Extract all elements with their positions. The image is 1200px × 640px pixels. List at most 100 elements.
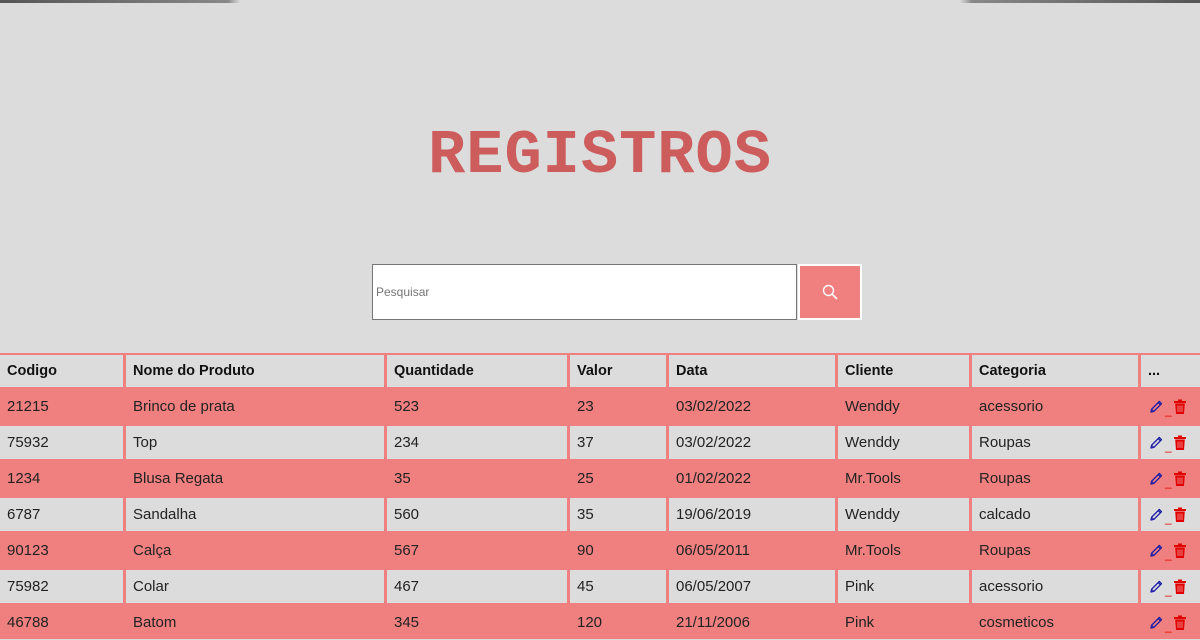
cell-codigo: 46788 (0, 603, 126, 639)
cell-categoria: acessorio (972, 567, 1141, 603)
cell-categoria: acessorio (972, 387, 1141, 423)
cell-nome-produto: Batom (126, 603, 387, 639)
cell-quantidade: 467 (387, 567, 570, 603)
cell-quantidade: 567 (387, 531, 570, 567)
cell-nome-produto: Brinco de prata (126, 387, 387, 423)
cell-quantidade: 560 (387, 495, 570, 531)
cell-categoria: Roupas (972, 423, 1141, 459)
action-separator: _ (1165, 402, 1172, 417)
cell-valor: 120 (570, 603, 669, 639)
cell-codigo: 90123 (0, 531, 126, 567)
table-row: 6787 Sandalha 560 35 19/06/2019 Wenddy calcado… (0, 495, 1200, 531)
cell-nome-produto: Top (126, 423, 387, 459)
column-header-codigo[interactable]: Codigo (0, 355, 126, 387)
edit-icon[interactable] (1148, 579, 1164, 595)
cell-cliente: Wenddy (838, 495, 972, 531)
table-row: 90123 Calça 567 90 06/05/2011 Mr.Tools Roupas _ (0, 531, 1200, 567)
cell-valor: 90 (570, 531, 669, 567)
delete-icon[interactable] (1173, 399, 1187, 415)
cell-data: 19/06/2019 (669, 495, 838, 531)
cell-quantidade: 523 (387, 387, 570, 423)
cell-data: 03/02/2022 (669, 423, 838, 459)
table-body: 21215 Brinco de prata 523 23 03/02/2022 Wendd… (0, 387, 1200, 639)
cell-quantidade: 35 (387, 459, 570, 495)
column-header-categoria[interactable]: Categoria (972, 355, 1141, 387)
cell-quantidade: 345 (387, 603, 570, 639)
action-separator: _ (1165, 510, 1172, 525)
page-title: REGISTROS (428, 120, 772, 191)
cell-codigo: 21215 (0, 387, 126, 423)
cell-quantidade: 234 (387, 423, 570, 459)
cell-data: 01/02/2022 (669, 459, 838, 495)
delete-icon[interactable] (1173, 579, 1187, 595)
cell-actions: _ (1141, 567, 1200, 603)
window-top-edge (0, 0, 1200, 3)
delete-icon[interactable] (1173, 615, 1187, 631)
search-input[interactable] (372, 264, 797, 320)
column-header-cliente[interactable]: Cliente (838, 355, 972, 387)
records-table: Codigo Nome do Produto Quantidade Valor … (0, 353, 1200, 639)
column-header-actions: ... (1141, 355, 1200, 387)
cell-actions: _ (1141, 603, 1200, 639)
cell-nome-produto: Colar (126, 567, 387, 603)
cell-categoria: Roupas (972, 459, 1141, 495)
cell-cliente: Mr.Tools (838, 459, 972, 495)
cell-codigo: 1234 (0, 459, 126, 495)
column-header-nome-produto[interactable]: Nome do Produto (126, 355, 387, 387)
table-row: 21215 Brinco de prata 523 23 03/02/2022 Wendd… (0, 387, 1200, 423)
delete-icon[interactable] (1173, 543, 1187, 559)
cell-actions: _ (1141, 387, 1200, 423)
delete-icon[interactable] (1173, 471, 1187, 487)
cell-nome-produto: Blusa Regata (126, 459, 387, 495)
cell-valor: 35 (570, 495, 669, 531)
cell-codigo: 75932 (0, 423, 126, 459)
cell-actions: _ (1141, 459, 1200, 495)
table-row: 1234 Blusa Regata 35 25 01/02/2022 Mr.Tools Ro… (0, 459, 1200, 495)
table-row: 46788 Batom 345 120 21/11/2006 Pink cosmeticos… (0, 603, 1200, 639)
cell-cliente: Wenddy (838, 387, 972, 423)
column-header-data[interactable]: Data (669, 355, 838, 387)
cell-valor: 25 (570, 459, 669, 495)
column-header-valor[interactable]: Valor (570, 355, 669, 387)
cell-data: 03/02/2022 (669, 387, 838, 423)
cell-cliente: Mr.Tools (838, 531, 972, 567)
cell-valor: 37 (570, 423, 669, 459)
cell-categoria: calcado (972, 495, 1141, 531)
edit-icon[interactable] (1148, 543, 1164, 559)
cell-categoria: cosmeticos (972, 603, 1141, 639)
cell-nome-produto: Sandalha (126, 495, 387, 531)
edit-icon[interactable] (1148, 399, 1164, 415)
edit-icon[interactable] (1148, 507, 1164, 523)
cell-nome-produto: Calça (126, 531, 387, 567)
cell-valor: 45 (570, 567, 669, 603)
cell-categoria: Roupas (972, 531, 1141, 567)
cell-actions: _ (1141, 531, 1200, 567)
cell-data: 06/05/2007 (669, 567, 838, 603)
cell-cliente: Wenddy (838, 423, 972, 459)
action-separator: _ (1165, 582, 1172, 597)
edit-icon[interactable] (1148, 471, 1164, 487)
table-row: 75982 Colar 467 45 06/05/2007 Pink acessorio _ (0, 567, 1200, 603)
delete-icon[interactable] (1173, 507, 1187, 523)
cell-codigo: 6787 (0, 495, 126, 531)
column-header-quantidade[interactable]: Quantidade (387, 355, 570, 387)
search-icon (822, 284, 838, 300)
cell-cliente: Pink (838, 603, 972, 639)
delete-icon[interactable] (1173, 435, 1187, 451)
table-row: 75932 Top 234 37 03/02/2022 Wenddy Roupas _ (0, 423, 1200, 459)
edit-icon[interactable] (1148, 615, 1164, 631)
action-separator: _ (1165, 438, 1172, 453)
cell-data: 06/05/2011 (669, 531, 838, 567)
cell-cliente: Pink (838, 567, 972, 603)
search-bar (372, 264, 862, 320)
search-button[interactable] (798, 264, 862, 320)
cell-actions: _ (1141, 423, 1200, 459)
action-separator: _ (1165, 474, 1172, 489)
edit-icon[interactable] (1148, 435, 1164, 451)
action-separator: _ (1165, 546, 1172, 561)
cell-actions: _ (1141, 495, 1200, 531)
cell-valor: 23 (570, 387, 669, 423)
cell-codigo: 75982 (0, 567, 126, 603)
action-separator: _ (1165, 618, 1172, 633)
cell-data: 21/11/2006 (669, 603, 838, 639)
